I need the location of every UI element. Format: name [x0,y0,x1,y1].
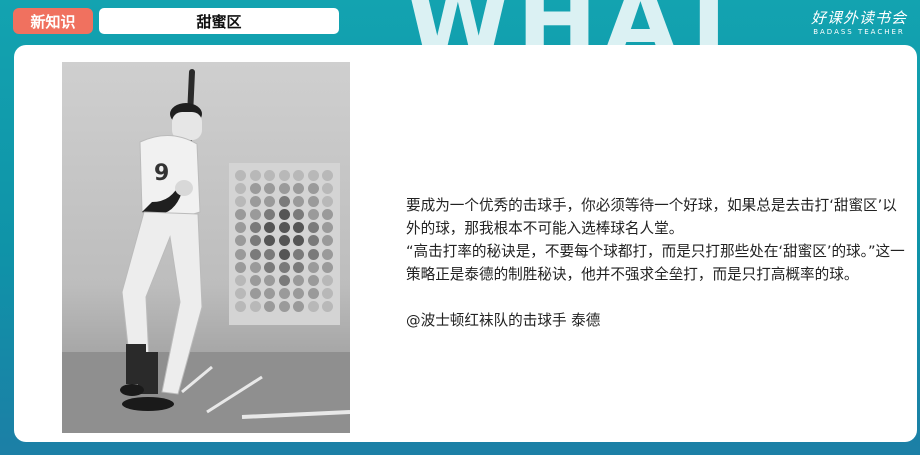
strike-zone-ball [293,196,304,208]
strike-zone-ball [307,196,319,208]
strike-zone-ball [293,287,304,299]
strike-zone-ball [264,196,275,208]
strike-zone-ball [322,170,333,181]
strike-zone-ball [307,274,319,286]
strike-zone-ball [249,261,261,273]
strike-zone-ball [278,300,290,312]
strike-zone-ball [264,170,275,181]
strike-zone-ball [322,183,333,195]
strike-zone-ball [322,235,333,247]
strike-zone-ball [235,170,246,181]
strike-zone-ball [249,196,261,208]
strike-zone-ball [293,170,304,181]
strike-zone-ball [264,248,275,260]
strike-zone-ball [293,261,304,273]
right-cleat [120,384,144,396]
strike-zone-ball [307,183,319,195]
strike-zone-ball [249,183,261,195]
section-tag: 新知识 [13,8,93,34]
strike-zone-ball [235,222,246,234]
strike-zone-ball [307,235,319,247]
quote-attribution: @波士顿红袜队的击球手 泰德 [406,312,601,329]
strike-zone-ball [235,300,246,312]
strike-zone-ball [322,209,333,221]
strike-zone-ball [307,248,319,260]
strike-zone-ball [293,235,304,247]
strike-zone-ball [322,248,333,260]
strike-zone-ball [264,261,275,273]
strike-zone-ball [278,209,290,221]
strike-zone-ball [307,300,319,312]
strike-zone-grid [229,163,340,325]
strike-zone-ball [249,170,261,181]
strike-zone-ball [278,222,290,234]
strike-zone-ball [264,183,275,195]
strike-zone-ball [264,222,275,234]
strike-zone-ball [249,300,261,312]
ground [62,352,350,433]
strike-zone-ball [322,261,333,273]
strike-zone-ball [293,222,304,234]
strike-zone-ball [307,170,319,181]
strike-zone-ball [278,183,290,195]
strike-zone-ball [235,209,246,221]
strike-zone-ball [278,274,290,286]
strike-zone-ball [264,287,275,299]
strike-zone-ball [249,274,261,286]
strike-zone-ball [307,222,319,234]
strike-zone-ball [235,235,246,247]
strike-zone-ball [322,300,333,312]
strike-zone-ball [264,300,275,312]
strike-zone-ball [249,287,261,299]
strike-zone-ball [322,196,333,208]
strike-zone-ball [293,209,304,221]
strike-zone-ball [278,248,290,260]
strike-zone-ball [264,209,275,221]
brand-logo: 好课外读书会 BADASS TEACHER [806,9,912,39]
strike-zone-ball [235,248,246,260]
strike-zone-ball [264,235,275,247]
left-cleat [122,397,174,411]
logo-subtitle: BADASS TEACHER [813,28,905,36]
quote-line-1: 要成为一个优秀的击球手，你必须等待一个好球，如果总是去击打‘甜蜜区’以外的球，那… [406,197,897,237]
strike-zone-ball [307,209,319,221]
strike-zone-ball [307,287,319,299]
jersey-number: 9 [154,161,169,186]
strike-zone-ball [278,170,290,181]
quote-line-2: “高击打率的秘诀是，不要每个球都打，而是只打那些处在‘甜蜜区’的球。”这一策略正… [406,243,905,283]
strike-zone-ball [249,222,261,234]
strike-zone-ball [235,274,246,286]
page-title: 甜蜜区 [99,8,339,34]
strike-zone-ball [322,274,333,286]
strike-zone-ball [322,222,333,234]
strike-zone-ball [293,300,304,312]
strike-zone-ball [249,235,261,247]
strike-zone-ball [322,287,333,299]
strike-zone-ball [278,261,290,273]
strike-zone-ball [293,274,304,286]
strike-zone-ball [249,248,261,260]
strike-zone-ball [235,261,246,273]
strike-zone-ball [235,183,246,195]
strike-zone-ball [278,235,290,247]
strike-zone-ball [264,274,275,286]
strike-zone-ball [278,196,290,208]
quote-block: 要成为一个优秀的击球手，你必须等待一个好球，如果总是去击打‘甜蜜区’以外的球，那… [406,194,906,332]
strike-zone-ball [278,287,290,299]
strike-zone-ball [249,209,261,221]
strike-zone-ball [307,261,319,273]
logo-mark: 好课外读书会 [810,9,907,27]
strike-zone-ball [293,248,304,260]
strike-zone-ball [235,196,246,208]
strike-zone-ball [235,287,246,299]
strike-zone-ball [293,183,304,195]
